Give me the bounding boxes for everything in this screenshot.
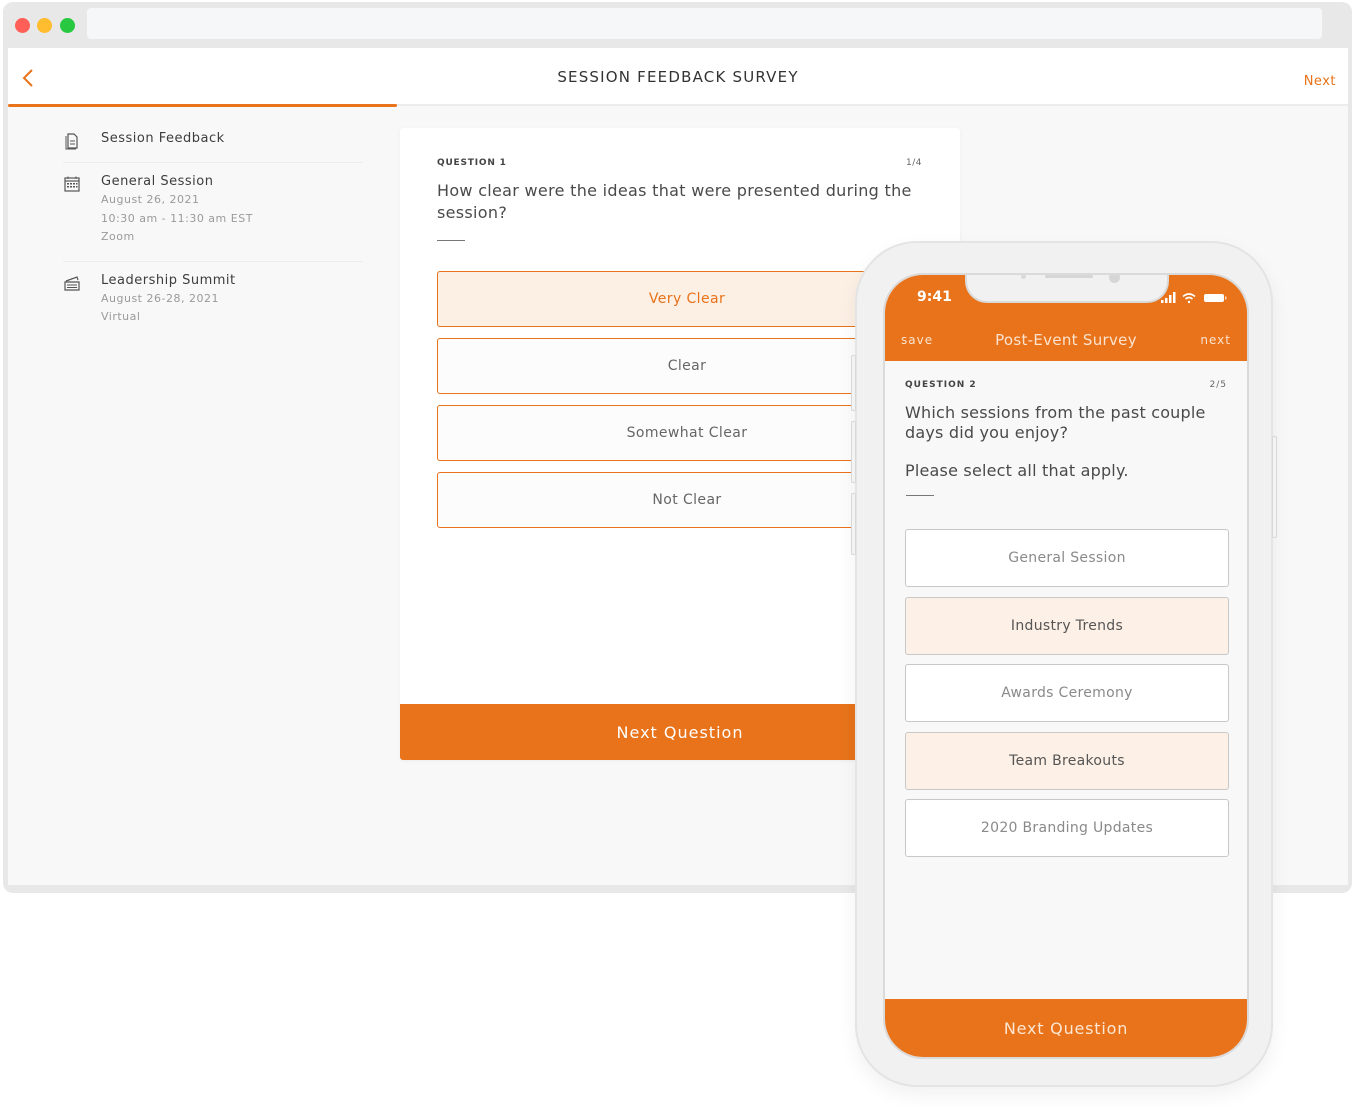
status-icons [1161, 292, 1227, 304]
event-dates: August 26-28, 2021 [101, 291, 219, 305]
sidebar-item-title: Leadership Summit [101, 272, 236, 288]
divider [906, 495, 934, 496]
session-location: Zoom [101, 230, 135, 243]
phone-survey-title: Post-Event Survey [995, 331, 1137, 349]
question-text: Which sessions from the past couple days… [905, 403, 1206, 442]
question-text: How clear were the ideas that were prese… [437, 181, 912, 222]
phone-next-button[interactable]: next [1200, 333, 1231, 347]
phone-power-button [1272, 436, 1277, 538]
session-option[interactable]: Awards Ceremony [905, 664, 1229, 722]
session-option[interactable]: Team Breakouts [905, 732, 1229, 790]
wifi-icon [1182, 293, 1196, 304]
survey-progress-bar [8, 104, 1348, 107]
status-time: 9:41 [917, 289, 952, 305]
sidebar-item-general-session: General Session August 26, 2021 10:30 am… [63, 173, 363, 262]
survey-header: SESSION FEEDBACK SURVEY Next [8, 48, 1348, 107]
phone-mockup: 9:41 save Post-Event Survey next QUESTIO… [851, 241, 1277, 1087]
session-option[interactable]: 2020 Branding Updates [905, 799, 1229, 857]
sidebar-item-title: Session Feedback [101, 131, 225, 146]
phone-volume-button [851, 421, 856, 483]
front-camera [1109, 275, 1120, 283]
session-option[interactable]: Industry Trends [905, 597, 1229, 655]
question-label: QUESTION 1 [437, 158, 507, 168]
phone-volume-button [851, 493, 856, 555]
phone-app-header: 9:41 save Post-Event Survey next [885, 275, 1247, 361]
sidebar-item-title: General Session [101, 174, 214, 189]
session-option[interactable]: General Session [905, 529, 1229, 587]
phone-next-question-button[interactable]: Next Question [885, 999, 1247, 1057]
speaker-grille [1045, 275, 1093, 278]
session-time: 10:30 am - 11:30 am EST [101, 211, 253, 225]
address-bar[interactable] [87, 8, 1322, 39]
signal-icon [1161, 292, 1176, 303]
question-hint: Please select all that apply. [905, 461, 1129, 480]
tickets-icon [64, 275, 80, 291]
sensor-dot [1021, 275, 1026, 279]
header-next-link[interactable]: Next [1304, 74, 1336, 89]
document-icon [65, 133, 78, 150]
minimize-window-button[interactable] [37, 18, 52, 33]
phone-volume-button [851, 355, 856, 411]
sidebar-item-session-feedback: Session Feedback [63, 130, 363, 163]
phone-notch [965, 275, 1169, 303]
survey-sidebar: Session Feedback General Session August … [63, 130, 363, 351]
battery-icon [1204, 294, 1227, 302]
question-count: 2/5 [1209, 380, 1227, 390]
calendar-icon [64, 176, 80, 192]
phone-screen: 9:41 save Post-Event Survey next QUESTIO… [883, 273, 1249, 1059]
question-count: 1/4 [906, 158, 922, 168]
sidebar-item-leadership-summit: Leadership Summit August 26-28, 2021 Vir… [63, 272, 363, 341]
page-title: SESSION FEEDBACK SURVEY [557, 68, 799, 86]
session-date: August 26, 2021 [101, 193, 200, 206]
survey-progress-fill [8, 104, 397, 107]
maximize-window-button[interactable] [60, 18, 75, 33]
close-window-button[interactable] [15, 18, 30, 33]
question-label: QUESTION 2 [905, 380, 977, 390]
event-location: Virtual [101, 310, 141, 323]
divider [437, 240, 465, 241]
